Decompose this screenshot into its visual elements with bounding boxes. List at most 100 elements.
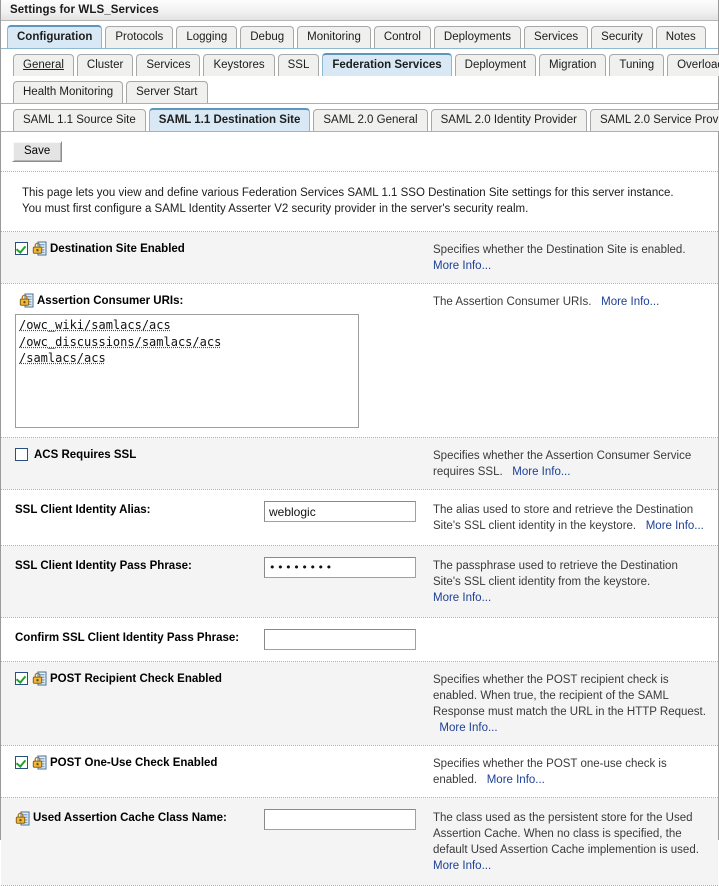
- assertion-consumer-uris-textarea[interactable]: /owc_wiki/samlacs/acs/owc_discussions/sa…: [15, 314, 359, 428]
- row-left: Assertion Consumer URIs: /owc_wiki/samla…: [15, 293, 429, 428]
- confirm-ssl-client-identity-pass-phrase-input[interactable]: [264, 629, 416, 650]
- assertion-consumer-uris-description: The Assertion Consumer URIs.: [433, 296, 592, 308]
- post-one-use-check-enabled-checkbox[interactable]: [15, 756, 28, 769]
- save-button[interactable]: Save: [12, 141, 63, 162]
- tab-ssl[interactable]: SSL: [277, 54, 320, 76]
- tab-label: Configuration: [17, 31, 93, 43]
- row-left: ACS Requires SSL: [15, 447, 429, 463]
- row-left: SSL Client Identity Alias:: [15, 501, 429, 522]
- tab-saml-2-0-identity-provider[interactable]: SAML 2.0 Identity Provider: [430, 109, 587, 131]
- tab-monitoring[interactable]: Monitoring: [297, 26, 371, 48]
- row-right: Specifies whether the Destination Site i…: [429, 241, 708, 274]
- tab-label: Tuning: [619, 59, 655, 71]
- row-left: POST One-Use Check Enabled: [15, 755, 429, 771]
- destination-site-enabled-description: Specifies whether the Destination Site i…: [433, 244, 686, 256]
- secured-attribute-icon: [15, 811, 30, 826]
- tab-overload[interactable]: Overload: [667, 54, 719, 76]
- tab-panel-saml-destination-site: Save This page lets you view and define …: [1, 131, 718, 886]
- tab-protocols[interactable]: Protocols: [105, 26, 174, 48]
- tab-tuning[interactable]: Tuning: [609, 54, 665, 76]
- settings-page: Settings for WLS_Services Configuration …: [0, 0, 719, 886]
- textarea-line: /owc_discussions/samlacs/acs: [19, 334, 222, 349]
- tab-label: Notes: [665, 31, 696, 43]
- secured-attribute-icon: [32, 755, 47, 770]
- row-right: Specifies whether the POST one-use check…: [429, 755, 708, 788]
- ssl-client-identity-alias-input[interactable]: [264, 501, 416, 522]
- more-info-link[interactable]: More Info...: [646, 520, 704, 532]
- tab-label: Protocols: [115, 31, 164, 43]
- post-recipient-check-enabled-checkbox[interactable]: [15, 672, 28, 685]
- tab-server-start[interactable]: Server Start: [126, 81, 208, 103]
- more-info-link[interactable]: More Info...: [487, 774, 545, 786]
- secured-attribute-icon: [32, 671, 47, 686]
- tab-notes[interactable]: Notes: [655, 26, 706, 48]
- used-assertion-cache-class-name-input[interactable]: [264, 809, 416, 830]
- more-info-link[interactable]: More Info...: [433, 592, 491, 604]
- tab-saml-2-0-service-provider[interactable]: SAML 2.0 Service Provider: [589, 109, 719, 131]
- tab-label: Health Monitoring: [23, 86, 114, 98]
- assertion-consumer-uris-label: Assertion Consumer URIs:: [37, 295, 184, 307]
- tab-control[interactable]: Control: [373, 26, 431, 48]
- tab-label: Migration: [549, 59, 597, 71]
- tab-migration[interactable]: Migration: [539, 54, 607, 76]
- field-wrap: Used Assertion Cache Class Name:: [15, 809, 429, 830]
- tab-health-monitoring[interactable]: Health Monitoring: [13, 81, 124, 103]
- tab-configuration[interactable]: Configuration: [7, 25, 103, 48]
- tab-row-level-2: General Cluster Services Keystores SSL F…: [1, 49, 719, 76]
- textarea-line: /samlacs/acs: [19, 351, 106, 365]
- tab-label: SAML 1.1 Source Site: [23, 114, 136, 126]
- tab-label: Deployments: [443, 31, 512, 43]
- tab-keystores[interactable]: Keystores: [203, 54, 275, 76]
- tab-logging[interactable]: Logging: [176, 26, 238, 48]
- row-assertion-consumer-uris: Assertion Consumer URIs: /owc_wiki/samla…: [1, 284, 718, 437]
- row-right: Specifies whether the POST recipient che…: [429, 671, 708, 736]
- acs-requires-ssl-checkbox[interactable]: [15, 448, 28, 461]
- used-assertion-cache-class-name-label: Used Assertion Cache Class Name:: [33, 812, 227, 824]
- row-right: The alias used to store and retrieve the…: [429, 501, 708, 534]
- tab-deployment[interactable]: Deployment: [454, 54, 537, 76]
- more-info-link[interactable]: More Info...: [601, 296, 659, 308]
- tab-navigation: Configuration Protocols Logging Debug Mo…: [1, 21, 719, 131]
- tab-row-level-3: Health Monitoring Server Start: [1, 76, 718, 103]
- tab-label: SAML 1.1 Destination Site: [158, 114, 301, 126]
- more-info-link[interactable]: More Info...: [439, 722, 497, 734]
- secured-attribute-icon: [19, 293, 34, 308]
- tab-label: Keystores: [213, 59, 265, 71]
- tab-security[interactable]: Security: [591, 26, 653, 48]
- tab-saml-1-1-source-site[interactable]: SAML 1.1 Source Site: [13, 109, 146, 131]
- secured-attribute-icon: [32, 241, 47, 256]
- more-info-link[interactable]: More Info...: [433, 860, 491, 872]
- page-title: Settings for WLS_Services: [10, 4, 159, 16]
- tab-row-level-1: Configuration Protocols Logging Debug Mo…: [1, 21, 718, 48]
- row-right: [429, 629, 708, 630]
- page-description: This page lets you view and define vario…: [1, 172, 718, 231]
- tab-general[interactable]: General: [13, 54, 74, 76]
- tab-label: Control: [383, 31, 421, 43]
- tab-services[interactable]: Services: [524, 26, 589, 48]
- tab-label: Overload: [677, 59, 719, 71]
- destination-site-enabled-label: Destination Site Enabled: [50, 243, 185, 255]
- tab-deployments[interactable]: Deployments: [433, 26, 522, 48]
- tab-label: Federation Services: [332, 59, 442, 71]
- field-wrap: SSL Client Identity Pass Phrase:: [15, 557, 429, 578]
- tab-saml-2-0-general[interactable]: SAML 2.0 General: [313, 109, 428, 131]
- post-recipient-check-enabled-description: Specifies whether the POST recipient che…: [433, 674, 706, 718]
- row-used-assertion-cache-class-name: Used Assertion Cache Class Name: The cla…: [1, 798, 718, 885]
- row-ssl-client-identity-alias: SSL Client Identity Alias: The alias use…: [1, 490, 718, 545]
- ssl-client-identity-pass-phrase-label: SSL Client Identity Pass Phrase:: [15, 560, 192, 572]
- more-info-link[interactable]: More Info...: [512, 466, 570, 478]
- tab-federation-services[interactable]: Federation Services: [322, 53, 452, 76]
- tab-row-level-4: SAML 1.1 Source Site SAML 1.1 Destinatio…: [1, 104, 719, 131]
- row-acs-requires-ssl: ACS Requires SSL Specifies whether the A…: [1, 438, 718, 489]
- row-ssl-client-identity-pass-phrase: SSL Client Identity Pass Phrase: The pas…: [1, 546, 718, 617]
- tab-services-sub[interactable]: Services: [136, 54, 201, 76]
- tab-cluster[interactable]: Cluster: [76, 54, 134, 76]
- row-left: SSL Client Identity Pass Phrase:: [15, 557, 429, 578]
- more-info-link[interactable]: More Info...: [433, 260, 491, 272]
- ssl-client-identity-pass-phrase-input[interactable]: [264, 557, 416, 578]
- row-right: The class used as the persistent store f…: [429, 809, 708, 874]
- tab-saml-1-1-destination-site[interactable]: SAML 1.1 Destination Site: [148, 108, 311, 131]
- tab-label: Deployment: [464, 59, 527, 71]
- tab-debug[interactable]: Debug: [240, 26, 295, 48]
- destination-site-enabled-checkbox[interactable]: [15, 242, 28, 255]
